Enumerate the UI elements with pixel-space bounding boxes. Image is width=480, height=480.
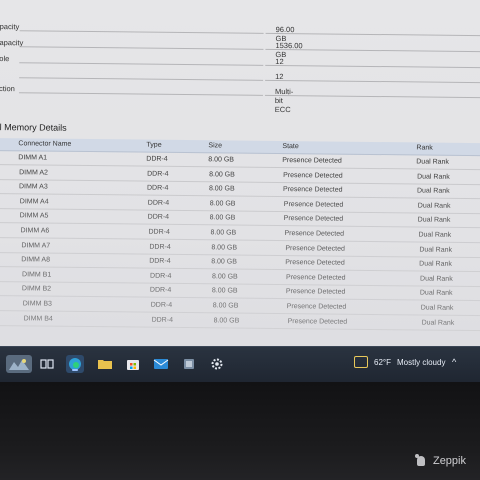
memory-rank: Dual Rank	[417, 202, 451, 210]
connector-name: DIMM B4	[23, 314, 53, 323]
memory-state: Presence Detected	[286, 273, 346, 282]
weather-description: Mostly cloudy	[396, 357, 446, 367]
connector-name: DIMM A7	[21, 241, 51, 250]
column-header-type[interactable]: Type	[146, 142, 161, 149]
edge-browser-icon[interactable]	[66, 355, 84, 373]
memory-type: DDR-4	[147, 170, 169, 178]
connector-name: DIMM B1	[22, 271, 52, 279]
memory-rank: Dual Rank	[421, 319, 455, 327]
memory-state: Presence Detected	[285, 244, 345, 253]
memory-size: 8.00 GB	[209, 214, 236, 222]
memory-state: Presence Detected	[287, 317, 348, 326]
column-header-size[interactable]: Size	[208, 142, 222, 149]
weather-widget[interactable]: 62°F Mostly cloudy	[354, 356, 445, 368]
leader-line	[265, 79, 480, 84]
column-header-connector[interactable]: Connector Name	[18, 140, 71, 148]
column-header-state[interactable]: State	[282, 143, 298, 150]
watermark: Zeppik	[414, 454, 466, 468]
widgets-icon[interactable]	[6, 355, 32, 373]
memory-size: 8.00 GB	[212, 302, 239, 310]
memory-state: Presence Detected	[283, 215, 344, 224]
connector-name: DIMM A5	[19, 212, 49, 220]
memory-state: Presence Detected	[285, 259, 345, 267]
task-view-icon[interactable]	[38, 355, 56, 373]
file-explorer-icon[interactable]	[96, 355, 114, 373]
watermark-text: Zeppik	[432, 455, 466, 467]
leader-line	[19, 46, 264, 50]
settings-icon[interactable]	[208, 355, 226, 373]
leader-line	[19, 30, 264, 34]
memory-state: Presence Detected	[286, 303, 347, 311]
memory-rank: Dual Rank	[419, 289, 453, 298]
app-icon[interactable]	[180, 355, 198, 373]
system-tray-chevron-icon[interactable]: ^	[452, 357, 456, 367]
memory-size: 8.00 GB	[208, 185, 235, 193]
memory-type: DDR-4	[151, 316, 174, 324]
memory-state: Presence Detected	[282, 157, 342, 165]
weather-temperature: 62°F	[374, 357, 391, 367]
taskbar: 62°F Mostly cloudy ^	[0, 346, 480, 383]
memory-rank: Dual Rank	[420, 275, 453, 283]
memory-rank: Dual Rank	[416, 158, 449, 166]
memory-state: Presence Detected	[284, 230, 345, 238]
mail-icon[interactable]	[152, 355, 170, 373]
memory-type: DDR-4	[146, 155, 168, 163]
summary-label: pacity	[0, 22, 20, 32]
memory-size: 8.00 GB	[208, 156, 234, 164]
column-header-rank[interactable]: Rank	[416, 144, 432, 151]
memory-state: Presence Detected	[282, 186, 343, 194]
memory-rank: Dual Rank	[416, 187, 450, 195]
memory-rank: Dual Rank	[419, 246, 453, 254]
summary-value: Multi-bit ECC	[274, 86, 294, 115]
connector-name: DIMM A1	[18, 154, 48, 162]
summary-label: ole	[0, 54, 10, 64]
summary-label: ction	[0, 84, 15, 94]
memory-rank: Dual Rank	[417, 173, 450, 181]
memory-type: DDR-4	[146, 184, 169, 193]
memory-size: 8.00 GB	[211, 287, 238, 295]
connector-name: DIMM A6	[20, 227, 50, 235]
memory-rank: Dual Rank	[418, 231, 452, 239]
memory-size: 8.00 GB	[211, 258, 237, 266]
memory-size: 8.00 GB	[209, 170, 235, 179]
connector-name: DIMM A2	[19, 168, 48, 177]
memory-state: Presence Detected	[283, 171, 343, 180]
memory-state: Presence Detected	[285, 288, 346, 297]
memory-size: 8.00 GB	[212, 273, 238, 281]
connector-name: DIMM B3	[22, 300, 52, 308]
connector-name: DIMM B2	[21, 285, 52, 294]
active-indicator	[72, 369, 78, 371]
memory-type: DDR-4	[147, 214, 170, 222]
memory-type: DDR-4	[147, 199, 170, 207]
memory-rank: Dual Rank	[420, 304, 454, 312]
memory-type: DDR-4	[150, 301, 173, 309]
memory-type: DDR-4	[149, 287, 172, 295]
memory-size: 8.00 GB	[211, 243, 238, 252]
memory-state: Presence Detected	[283, 200, 344, 209]
memory-size: 8.00 GB	[213, 316, 240, 325]
memory-type: DDR-4	[149, 243, 171, 251]
leader-line	[265, 64, 480, 69]
leader-line	[19, 62, 264, 66]
leader-line	[264, 94, 480, 99]
screen: pacity 96.00 GB apacity 1536.00 GB ole 1…	[0, 0, 480, 390]
connector-name: DIMM A4	[19, 198, 49, 206]
monitor-bezel: Zeppik	[0, 382, 480, 480]
memory-type: DDR-4	[148, 228, 170, 236]
connector-name: DIMM A8	[21, 256, 51, 264]
memory-rank: Dual Rank	[419, 260, 452, 268]
memory-type: DDR-4	[149, 257, 171, 266]
connector-name: DIMM A3	[18, 183, 48, 191]
leader-line	[265, 32, 480, 37]
memory-size: 8.00 GB	[209, 200, 236, 208]
leader-line	[18, 92, 263, 96]
memory-size: 8.00 GB	[210, 229, 237, 237]
section-title: al Memory Details	[0, 122, 67, 133]
memory-type: DDR-4	[150, 272, 172, 280]
store-icon[interactable]	[124, 355, 142, 373]
zeppik-logo-icon	[414, 454, 427, 468]
leader-line	[19, 77, 264, 81]
cloud-sun-icon	[354, 356, 368, 368]
memory-rank: Dual Rank	[417, 216, 451, 225]
